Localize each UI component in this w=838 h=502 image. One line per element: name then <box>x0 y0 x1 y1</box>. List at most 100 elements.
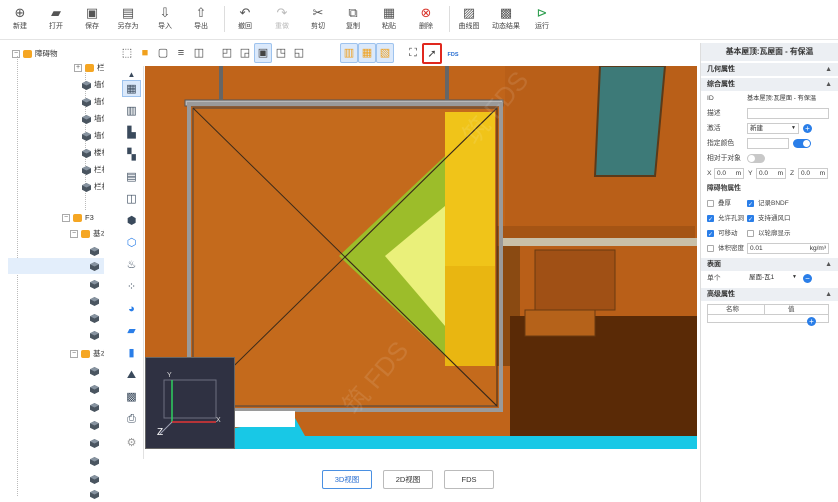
new-button[interactable]: ⊕ 新建 <box>3 4 37 36</box>
record-bndf-checkbox[interactable] <box>747 198 754 213</box>
collapse-icon[interactable]: − <box>70 350 78 359</box>
import-button[interactable]: ⇩ 导入 <box>148 4 182 36</box>
run-button[interactable]: ⊳ 运行 <box>525 4 559 36</box>
tree-node-item[interactable]: +栏杆 <box>74 60 104 76</box>
export-button[interactable]: ⇧ 导出 <box>184 4 218 36</box>
add-activation-button[interactable]: + <box>803 124 812 133</box>
remove-surface-button[interactable]: − <box>803 274 812 283</box>
tree-node-item[interactable] <box>90 381 102 397</box>
tree-node-item[interactable] <box>90 310 102 326</box>
collapse-icon[interactable]: − <box>12 50 20 59</box>
add-advanced-button[interactable]: + <box>807 317 816 326</box>
outline-cube-button[interactable]: ▢ <box>154 43 172 63</box>
view-front-button[interactable]: ◲ <box>236 43 254 63</box>
tree-node-item[interactable] <box>90 486 102 502</box>
tree-node-item[interactable] <box>90 453 102 469</box>
support-vent-checkbox[interactable] <box>747 213 754 228</box>
select-cursor-button[interactable]: ➚ <box>422 43 442 64</box>
tree-node-item[interactable] <box>90 327 102 343</box>
3d-viewport[interactable]: 筑 FDS 筑 FDS Y X Z <box>145 66 697 449</box>
show-hidden-button[interactable]: ▧ <box>376 43 394 63</box>
x-input[interactable]: 0.0 m <box>714 168 744 179</box>
table-tool[interactable]: ▤ <box>122 169 141 186</box>
device-tool[interactable]: ◕ <box>122 301 141 318</box>
z-input[interactable]: 0.0 m <box>798 168 828 179</box>
tree-node-group[interactable]: −基本屋顶 <box>70 346 104 362</box>
print-tool[interactable]: ⎙ <box>122 411 141 428</box>
curve-chart-button[interactable]: ▨ 曲线图 <box>452 4 486 36</box>
activate-select[interactable]: 新建 ▼ <box>747 123 799 134</box>
tree-node-item[interactable] <box>90 417 102 433</box>
density-checkbox[interactable] <box>707 245 714 252</box>
section-geometry[interactable]: 几何属性 ▲ <box>701 63 838 76</box>
tree-node-item[interactable]: 栏杆 <box>82 162 104 178</box>
animation-result-button[interactable]: ▩ 动态结果 <box>489 4 523 36</box>
tree-node-item[interactable] <box>90 363 102 379</box>
tree-node-item-selected[interactable] <box>8 258 104 274</box>
cut-button[interactable]: ✂ 剪切 <box>301 4 335 36</box>
outline-checkbox[interactable] <box>747 230 754 237</box>
tab-3d-view[interactable]: 3D视图 <box>322 470 372 489</box>
tree-node-obstacles[interactable]: − 障碍物 <box>12 46 58 62</box>
tree-node-item[interactable] <box>90 276 102 292</box>
relative-toggle[interactable] <box>747 154 765 163</box>
tree-node-item[interactable] <box>90 243 102 259</box>
color-swatch[interactable] <box>747 138 789 149</box>
sprinkler-tool[interactable]: ⁘ <box>122 279 141 296</box>
description-input[interactable] <box>747 108 829 119</box>
view-top-button[interactable]: ◰ <box>218 43 236 63</box>
view-side-button[interactable]: ▣ <box>254 43 272 63</box>
redo-button[interactable]: ↷ 重做 <box>265 4 299 36</box>
section-advanced[interactable]: 高级属性 ▲ <box>701 288 838 301</box>
tree-node-item[interactable]: 墙体 <box>82 128 104 144</box>
tree-node-item[interactable]: 栏杆 <box>82 179 104 195</box>
density-input[interactable]: 0.01 kg/m³ <box>747 243 829 254</box>
delete-button[interactable]: ⊗ 删除 <box>409 4 443 36</box>
wireframe-cube-button[interactable]: ⬚ <box>118 43 136 63</box>
window-tool[interactable]: ◫ <box>122 191 141 208</box>
tree-node-group[interactable]: −基本屋顶 <box>70 226 104 242</box>
slice-tool[interactable]: ▰ <box>122 323 141 340</box>
tree-node-item[interactable] <box>90 293 102 309</box>
boundary-tool[interactable]: ▮ <box>122 345 141 362</box>
view-bottom-button[interactable]: ◱ <box>290 43 308 63</box>
wall-tool[interactable]: ▥ <box>122 103 141 120</box>
terrain-tool[interactable]: ⛰ <box>122 367 141 384</box>
color-toggle[interactable] <box>793 139 811 148</box>
overlap-checkbox[interactable] <box>707 200 714 207</box>
section-general[interactable]: 综合属性 ▲ <box>701 78 838 91</box>
mesh-tool[interactable]: ▩ <box>122 389 141 406</box>
collapse-icon[interactable]: − <box>62 214 70 223</box>
tab-2d-view[interactable]: 2D视图 <box>383 470 433 489</box>
solid-cube-button[interactable]: ■ <box>136 43 154 63</box>
id-field[interactable]: 基本屋顶:瓦屋面 - 有保温 <box>747 93 816 104</box>
fds-settings-button[interactable]: FDS <box>444 43 462 63</box>
zoom-fit-button[interactable]: ⛶ <box>404 43 422 63</box>
undo-button[interactable]: ↶ 撤回 <box>228 4 262 36</box>
save-as-button[interactable]: ▤ 另存为 <box>111 4 145 36</box>
movable-checkbox[interactable] <box>707 228 714 243</box>
vent-tool[interactable]: ⬡ <box>122 235 141 252</box>
surface-select[interactable]: 屋面-瓦1 ▼ <box>747 273 797 284</box>
fire-tool[interactable]: ♨ <box>122 257 141 274</box>
paste-button[interactable]: ▦ 粘贴 <box>372 4 406 36</box>
open-button[interactable]: ▰ 打开 <box>39 4 73 36</box>
view-back-button[interactable]: ◳ <box>272 43 290 63</box>
section-surface[interactable]: 表面 ▲ <box>701 258 838 271</box>
show-selected-button[interactable]: ▥ <box>340 43 358 63</box>
show-all-button[interactable]: ▦ <box>358 43 376 63</box>
obstacle-tool[interactable]: ⬢ <box>122 213 141 230</box>
tree-node-item[interactable]: 楼梯 <box>82 145 104 161</box>
axis-gizmo[interactable]: Y X Z <box>145 357 235 449</box>
tree-node-item[interactable]: 墙体 <box>82 111 104 127</box>
tab-fds[interactable]: FDS <box>444 470 494 489</box>
tree-node-item[interactable]: 墙体 <box>82 94 104 110</box>
grid-tool[interactable]: ▦ <box>122 80 141 97</box>
tree-node-floor[interactable]: − F3 <box>62 210 94 226</box>
tree-node-item[interactable] <box>90 399 102 415</box>
y-input[interactable]: 0.0 m <box>756 168 786 179</box>
tree-node-item[interactable]: 墙体 <box>82 77 104 93</box>
transparent-cube-button[interactable]: ◫ <box>190 43 208 63</box>
copy-button[interactable]: ⧉ 复制 <box>336 4 370 36</box>
tree-node-item[interactable] <box>90 435 102 451</box>
